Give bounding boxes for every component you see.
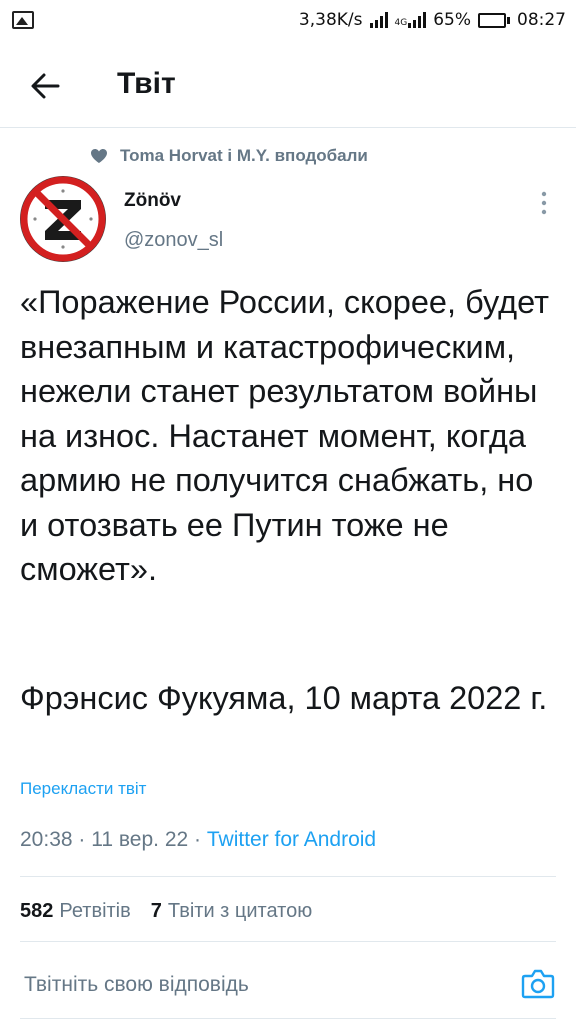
more-options-icon[interactable] xyxy=(532,190,556,216)
translate-tweet-link[interactable]: Перекласти твіт xyxy=(20,779,146,799)
arrow-left-icon[interactable] xyxy=(30,72,60,100)
author-name[interactable]: Zönöv xyxy=(124,190,181,212)
quotes-label: Твіти з цитатою xyxy=(167,900,313,922)
tweet-text: «Поражение России, скорее, будет внезапн… xyxy=(20,284,549,587)
tweet-stats: 582 Ретвітів 7 Твіти з цитатою xyxy=(20,900,312,923)
camera-icon[interactable] xyxy=(521,968,555,1000)
divider xyxy=(20,941,556,942)
cell-signal-icon xyxy=(408,12,427,28)
reply-bar xyxy=(0,952,576,1012)
header-divider xyxy=(0,127,576,128)
retweets-label: Ретвітів xyxy=(59,900,131,922)
app-header: Твіт xyxy=(0,50,576,120)
tweet-attribution: Фрэнсис Фукуяма, 10 марта 2022 г. xyxy=(20,680,548,716)
quotes-stat[interactable]: 7 Твіти з цитатою xyxy=(151,900,312,923)
social-context-text: Toma Horvat і M.Y. вподобали xyxy=(120,146,368,165)
battery-percent: 65% xyxy=(433,10,471,30)
status-time: 08:27 xyxy=(517,10,566,30)
page-title: Твіт xyxy=(117,67,176,100)
social-context[interactable]: Toma Horvat і M.Y. вподобали xyxy=(90,146,368,166)
wifi-signal-icon xyxy=(369,12,388,28)
heart-icon xyxy=(91,149,107,163)
tweet-source-link[interactable]: Twitter for Android xyxy=(207,828,376,851)
author-handle[interactable]: @zonov_sl xyxy=(124,229,223,252)
retweets-stat[interactable]: 582 Ретвітів xyxy=(20,900,131,923)
meta-separator: · xyxy=(72,828,92,851)
retweets-count: 582 xyxy=(20,900,54,922)
meta-separator: · xyxy=(188,828,207,851)
network-type: 4G xyxy=(394,18,408,28)
avatar[interactable] xyxy=(20,176,106,262)
z-prohibited-sign-avatar xyxy=(20,176,106,262)
tweet-date: 11 вер. 22 xyxy=(91,828,189,851)
network-speed: 3,38K/s xyxy=(298,10,363,30)
reply-input[interactable] xyxy=(24,970,494,1000)
status-bar: 3,38K/s 4G 65% 08:27 xyxy=(0,0,576,40)
divider xyxy=(20,876,556,877)
tweet-metadata: 20:38 · 11 вер. 22 · Twitter for Android xyxy=(20,828,376,852)
gallery-notification-icon xyxy=(12,11,34,29)
quotes-count: 7 xyxy=(150,900,162,922)
divider xyxy=(20,1018,556,1019)
tweet-time: 20:38 xyxy=(20,828,73,851)
battery-icon xyxy=(478,12,510,28)
